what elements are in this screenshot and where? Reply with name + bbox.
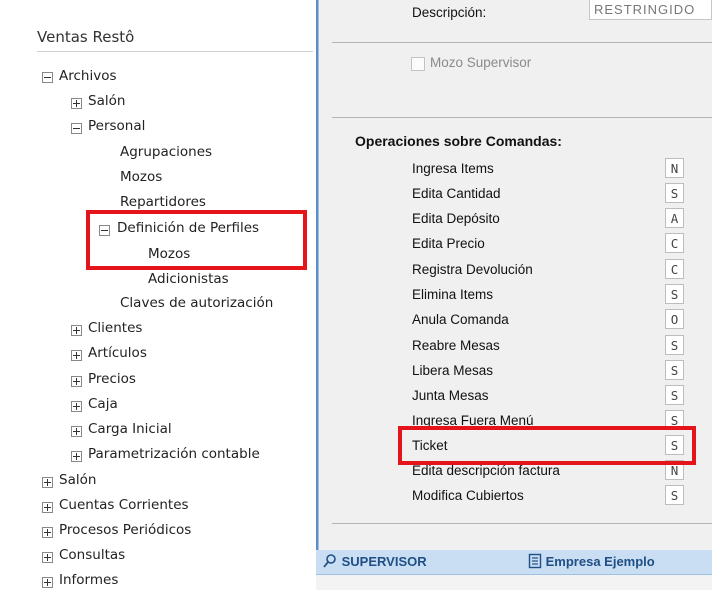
tree-node-informes[interactable]: Informes: [59, 571, 118, 589]
tree-node-consultas[interactable]: Consultas: [59, 546, 125, 564]
descripcion-field[interactable]: RESTRINGIDO: [589, 0, 712, 20]
op-value-field[interactable]: S: [665, 335, 684, 355]
op-value-field[interactable]: O: [665, 309, 684, 329]
tree-node-perfil-adicionistas[interactable]: Adicionistas: [148, 270, 229, 288]
navigation-tree-pane: Ventas Restô Archivos Salón Personal Agr…: [0, 0, 316, 590]
section-divider: [332, 117, 712, 118]
op-label: Libera Mesas: [412, 363, 494, 378]
op-value-field[interactable]: C: [665, 233, 684, 253]
panel-border-inner: [318, 0, 319, 590]
tree-node-carga-inicial[interactable]: Carga Inicial: [88, 420, 172, 438]
expand-icon[interactable]: [42, 552, 53, 563]
op-value-field[interactable]: S: [665, 183, 684, 203]
tree-node-parametrizacion-contable[interactable]: Parametrización contable: [88, 445, 260, 463]
collapse-icon[interactable]: [71, 123, 82, 134]
op-value-field[interactable]: S: [665, 360, 684, 380]
mozo-supervisor-label: Mozo Supervisor: [430, 55, 532, 70]
op-value-field[interactable]: C: [665, 259, 684, 279]
op-label: Registra Devolución: [412, 262, 533, 277]
op-label: Modifica Cubiertos: [412, 488, 524, 503]
expand-icon[interactable]: [71, 350, 82, 361]
tree-node-agrupaciones[interactable]: Agrupaciones: [120, 143, 212, 161]
expand-icon[interactable]: [42, 502, 53, 513]
tree-node-archivos[interactable]: Archivos: [59, 67, 117, 85]
expand-icon[interactable]: [71, 376, 82, 387]
op-label: Reabre Mesas: [412, 338, 500, 353]
expand-icon[interactable]: [42, 577, 53, 588]
tree-node-salon-config[interactable]: Salón: [88, 92, 125, 110]
status-company-label: Empresa Ejemplo: [545, 554, 655, 569]
tree-node-clientes[interactable]: Clientes: [88, 319, 142, 337]
op-label: Ingresa Items: [412, 161, 494, 176]
tree-node-salon[interactable]: Salón: [59, 471, 96, 489]
tree-node-procesos-periodicos[interactable]: Procesos Periódicos: [59, 521, 191, 539]
op-value-field[interactable]: S: [665, 385, 684, 405]
op-label: Anula Comanda: [412, 312, 509, 327]
op-value-field[interactable]: A: [665, 208, 684, 228]
tree-node-mozos[interactable]: Mozos: [120, 168, 162, 186]
status-user-label: SUPERVISOR: [341, 554, 427, 569]
op-label: Edita Precio: [412, 236, 485, 251]
title-divider: [37, 51, 313, 52]
mozo-supervisor-checkbox[interactable]: [411, 57, 425, 71]
expand-icon[interactable]: [71, 451, 82, 462]
expand-icon[interactable]: [71, 401, 82, 412]
highlight-box-ticket: [398, 426, 696, 465]
tree-node-caja[interactable]: Caja: [88, 395, 118, 413]
op-label: Edita Depósito: [412, 211, 500, 226]
tree-node-personal[interactable]: Personal: [88, 117, 145, 135]
expand-icon[interactable]: [42, 527, 53, 538]
highlight-box-perfiles: [86, 210, 307, 270]
status-user[interactable]: SUPERVISOR: [322, 550, 427, 574]
tree-node-cuentas-corrientes[interactable]: Cuentas Corrientes: [59, 496, 189, 514]
descripcion-label: Descripción:: [412, 5, 487, 20]
section-divider: [332, 42, 712, 43]
tree-node-precios[interactable]: Precios: [88, 370, 136, 388]
expand-icon[interactable]: [71, 426, 82, 437]
op-label: Edita descripción factura: [412, 463, 560, 478]
user-search-icon: [323, 554, 336, 568]
building-icon: [528, 553, 542, 569]
op-label: Elimina Items: [412, 287, 494, 302]
op-label: Junta Mesas: [412, 388, 489, 403]
tree-node-claves-autorizacion[interactable]: Claves de autorización: [120, 294, 273, 312]
op-value-field[interactable]: S: [665, 284, 684, 304]
status-company[interactable]: Empresa Ejemplo: [528, 550, 655, 574]
op-value-field[interactable]: N: [665, 158, 684, 178]
app-title: Ventas Restô: [37, 28, 135, 46]
tree-node-articulos[interactable]: Artículos: [88, 344, 147, 362]
section-divider: [332, 523, 712, 524]
tree-node-repartidores[interactable]: Repartidores: [120, 193, 206, 211]
operations-section-title: Operaciones sobre Comandas:: [355, 133, 562, 149]
expand-icon[interactable]: [71, 325, 82, 336]
status-bar-lower: [316, 575, 712, 590]
expand-icon[interactable]: [71, 98, 82, 109]
collapse-icon[interactable]: [42, 72, 53, 83]
op-value-field[interactable]: S: [665, 485, 684, 505]
expand-icon[interactable]: [42, 477, 53, 488]
op-label: Edita Cantidad: [412, 186, 501, 201]
